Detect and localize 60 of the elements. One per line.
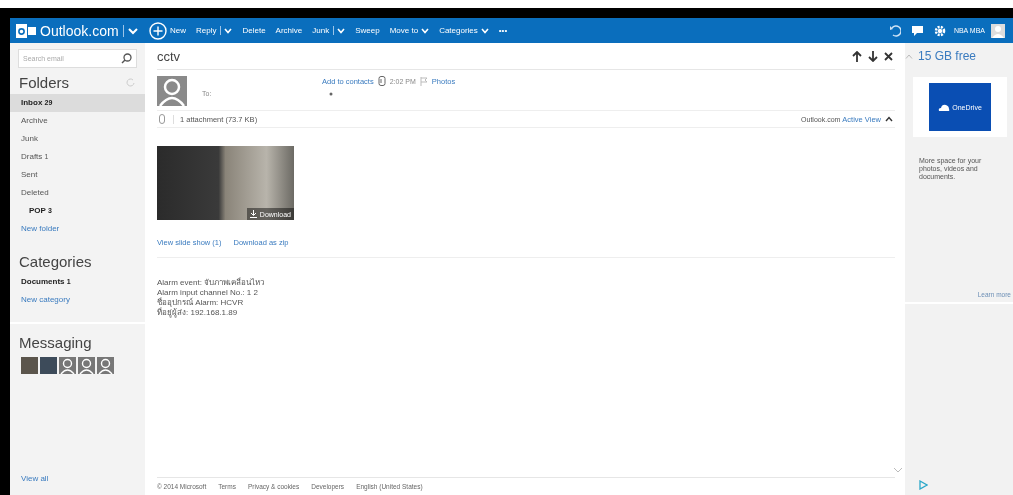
contact-avatar-icon	[78, 357, 95, 374]
section-heading: Categories	[19, 253, 92, 270]
play-outline-icon	[919, 480, 928, 490]
chevron-down-icon	[421, 27, 430, 34]
toolbar-button[interactable]: Archive	[271, 19, 307, 42]
message-subject: cctv	[157, 48, 181, 64]
toolbar-button[interactable]: Reply	[192, 19, 237, 42]
folder-item[interactable]: Sent	[10, 166, 145, 184]
chevron-down-icon	[480, 27, 489, 34]
body-text-line: Alarm event: จับภาพเคลื่อนไหว	[157, 278, 266, 288]
sender-avatar-icon	[157, 76, 187, 106]
previous-button[interactable]	[850, 50, 864, 62]
collapse-button[interactable]	[883, 116, 895, 122]
search-icon	[121, 53, 132, 64]
new-folder-link[interactable]: New folder	[10, 220, 145, 237]
paperclip-icon	[377, 76, 386, 86]
arrow-up-icon	[852, 50, 862, 62]
chevron-down-icon	[127, 26, 138, 35]
outlook-logo-icon	[16, 22, 36, 39]
next-button[interactable]	[866, 50, 880, 62]
body-text-line: Alarm input channel No.: 1 2	[157, 288, 259, 297]
flag-icon	[419, 76, 428, 86]
toolbar-button[interactable]: •••	[494, 19, 512, 42]
body-text-line: ชื่ออุปกรณ์ Alarm: HCVR	[157, 298, 245, 307]
toolbar-button[interactable]: Delete	[238, 19, 270, 42]
refresh-icon	[126, 78, 135, 87]
toolbar-button[interactable]: New	[145, 19, 190, 42]
contact-avatar-icon	[59, 357, 76, 374]
toolbar-button[interactable]: Move to	[385, 19, 434, 42]
close-icon	[884, 51, 893, 61]
cloud-icon	[938, 103, 951, 111]
toolbar-button[interactable]: Junk	[308, 19, 350, 42]
dropdown-dot-icon	[329, 91, 334, 96]
section-heading: Messaging	[18, 334, 93, 351]
storage-text: 15 GB free	[918, 49, 977, 63]
avatar-icon	[991, 23, 1005, 38]
settings-icon	[933, 24, 946, 37]
folder-item[interactable]: Deleted	[10, 184, 145, 202]
close-button[interactable]	[882, 50, 895, 62]
folder-item[interactable]: Junk	[10, 130, 145, 148]
arrow-down-icon	[868, 50, 878, 62]
body-text-line: ที่อยู่ผู้ส่ง: 192.168.1.89	[157, 308, 239, 318]
download-icon	[249, 210, 257, 218]
speech-bubble-icon	[910, 24, 924, 37]
view-all-link[interactable]: View all	[10, 470, 145, 487]
folder-item[interactable]: Archive	[10, 112, 145, 130]
undo-arrow-icon	[888, 24, 901, 37]
app-logo-text[interactable]: Outlook.com	[40, 22, 119, 39]
new-category-link[interactable]: New category	[10, 291, 145, 308]
chevron-up-icon	[905, 53, 913, 59]
plus-circle-icon	[149, 21, 167, 40]
chevron-up-icon	[885, 116, 893, 122]
chevron-down-icon	[224, 27, 233, 34]
contact-avatar-icon	[97, 357, 114, 374]
paperclip-icon	[159, 114, 165, 124]
toolbar-button[interactable]: Sweep	[351, 19, 384, 42]
chevron-down-icon	[893, 467, 903, 473]
section-heading: Folders	[19, 74, 70, 91]
toolbar-button[interactable]: Categories	[435, 19, 493, 42]
chevron-down-icon	[337, 27, 346, 34]
